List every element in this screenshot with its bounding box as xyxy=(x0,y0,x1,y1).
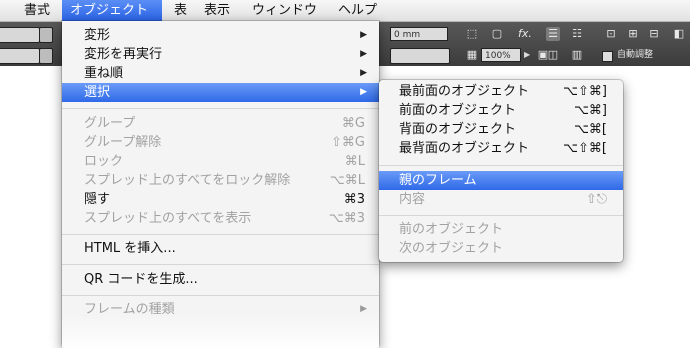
submenu-item-topmost-object[interactable]: 最前面のオブジェクト ⌥⇧⌘] xyxy=(379,82,623,101)
menu-item-arrange[interactable]: 重ね順 ▶ xyxy=(62,64,379,83)
shortcut-label: ⌥⌘] xyxy=(573,103,607,118)
menu-format[interactable]: 書式 xyxy=(16,0,58,21)
shortcut-label: ⌥⌘3 xyxy=(328,211,365,226)
menu-separator xyxy=(62,264,379,265)
menu-item-select[interactable]: 選択 ▶ xyxy=(62,83,379,102)
center-content-icon[interactable]: ◧ xyxy=(672,27,686,41)
shortcut-label: ⌥⌘[ xyxy=(573,122,607,137)
submenu-item-next-object[interactable]: 次のオブジェクト xyxy=(379,239,623,258)
opacity-icon: ▦ xyxy=(466,48,478,61)
object-menu: 変形 ▶ 変形を再実行 ▶ 重ね順 ▶ 選択 ▶ グループ ⌘G グループ解除 … xyxy=(62,21,379,348)
clear-overrides-icon[interactable]: ▢ xyxy=(490,27,504,41)
shortcut-label: ⌘L xyxy=(344,154,365,169)
submenu-item-content[interactable]: 内容 ⇧⎋ xyxy=(379,190,623,209)
fx-icon[interactable]: fx. xyxy=(512,27,538,41)
menu-item-label: HTML を挿入... xyxy=(84,241,176,256)
menu-item-label: グループ xyxy=(84,116,136,131)
distribute-icon[interactable]: ◫ xyxy=(546,48,560,62)
menu-item-label: 前のオブジェクト xyxy=(399,222,504,237)
menu-item-label: ロック xyxy=(84,154,124,169)
menu-item-label: 最背面のオブジェクト xyxy=(399,141,530,156)
control-field-left-2[interactable] xyxy=(0,48,40,64)
menu-item-label: 変形 xyxy=(84,28,111,43)
menu-bar: 書式 オブジェクト 表 表示 ウィンドウ ヘルプ xyxy=(0,0,690,22)
menu-item-frame-type[interactable]: フレームの種類 ▶ xyxy=(62,300,379,319)
menu-item-unlock-all[interactable]: スプレッド上のすべてをロック解除 ⌥⌘L xyxy=(62,171,379,190)
menu-item-label: 選択 xyxy=(84,85,111,100)
align-left-icon[interactable]: ☰ xyxy=(546,27,560,41)
distribute-2-icon[interactable]: ▥ xyxy=(570,48,584,62)
menu-item-label: 親のフレーム xyxy=(399,173,477,188)
shortcut-label: ⌥⇧⌘[ xyxy=(563,141,607,156)
submenu-arrow-icon: ▶ xyxy=(360,87,367,97)
menu-table[interactable]: 表 xyxy=(166,0,195,21)
menu-item-transform[interactable]: 変形 ▶ xyxy=(62,26,379,45)
shortcut-label: ⌥⇧⌘] xyxy=(563,84,607,99)
control-field-left-1[interactable] xyxy=(0,27,40,43)
submenu-item-parent-frame[interactable]: 親のフレーム xyxy=(379,171,623,190)
menu-item-label: 次のオブジェクト xyxy=(399,241,504,256)
menu-view[interactable]: 表示 xyxy=(196,0,238,21)
fit-content-icon[interactable]: ⊡ xyxy=(604,27,618,41)
menu-item-label: グループ解除 xyxy=(84,135,162,150)
submenu-arrow-icon: ▶ xyxy=(360,304,367,314)
menu-item-transform-again[interactable]: 変形を再実行 ▶ xyxy=(62,45,379,64)
submenu-item-back-object[interactable]: 背面のオブジェクト ⌥⌘[ xyxy=(379,120,623,139)
menu-item-insert-html[interactable]: HTML を挿入... xyxy=(62,239,379,258)
menu-separator xyxy=(379,215,623,216)
menu-fade-overlay xyxy=(62,314,379,348)
menu-item-label: フレームの種類 xyxy=(84,302,175,317)
submenu-item-bottommost-object[interactable]: 最背面のオブジェクト ⌥⇧⌘[ xyxy=(379,139,623,158)
menu-separator xyxy=(62,108,379,109)
stroke-type-field[interactable] xyxy=(390,48,450,64)
zoom-arrow-icon[interactable]: ▶ xyxy=(524,48,530,62)
menu-item-hide[interactable]: 隠す ⌘3 xyxy=(62,190,379,209)
auto-fit-checkbox[interactable] xyxy=(602,51,613,62)
auto-fit-label: 自動調整 xyxy=(617,50,654,60)
dropdown-arrow-button[interactable] xyxy=(39,27,53,43)
menu-item-label: 最前面のオブジェクト xyxy=(399,84,530,99)
select-submenu: 最前面のオブジェクト ⌥⇧⌘] 前面のオブジェクト ⌥⌘] 背面のオブジェクト … xyxy=(379,80,623,262)
shortcut-label: ⇧⌘G xyxy=(331,135,365,150)
menu-item-group[interactable]: グループ ⌘G xyxy=(62,114,379,133)
menu-item-label: 背面のオブジェクト xyxy=(399,122,517,137)
submenu-arrow-icon: ▶ xyxy=(360,49,367,59)
menu-item-label: QR コードを生成... xyxy=(84,272,198,287)
menu-separator xyxy=(62,234,379,235)
zoom-field[interactable]: 100% xyxy=(481,48,521,62)
align-center-icon[interactable]: ☷ xyxy=(570,27,584,41)
menu-window[interactable]: ウィンドウ xyxy=(244,0,325,21)
menu-item-label: 内容 xyxy=(399,192,426,207)
shortcut-label: ⌘3 xyxy=(343,192,365,207)
shortcut-label: ⌥⌘L xyxy=(329,173,365,188)
menu-separator xyxy=(379,165,623,166)
menu-item-ungroup[interactable]: グループ解除 ⇧⌘G xyxy=(62,133,379,152)
menu-item-lock[interactable]: ロック ⌘L xyxy=(62,152,379,171)
frame-fitting-icon[interactable]: ⬚ xyxy=(465,27,479,41)
menu-separator xyxy=(62,295,379,296)
submenu-item-front-object[interactable]: 前面のオブジェクト ⌥⌘] xyxy=(379,101,623,120)
menu-item-generate-qr[interactable]: QR コードを生成... xyxy=(62,270,379,289)
menu-object[interactable]: オブジェクト xyxy=(62,0,162,21)
submenu-arrow-icon: ▶ xyxy=(360,30,367,40)
shortcut-label: ⇧⎋ xyxy=(585,192,607,207)
shortcut-label: ⌘G xyxy=(341,116,365,131)
menu-item-label: 前面のオブジェクト xyxy=(399,103,517,118)
menu-item-label: 重ね順 xyxy=(84,66,124,81)
menu-item-label: スプレッド上のすべてをロック解除 xyxy=(84,173,291,188)
fit-frame-icon[interactable]: ⊞ xyxy=(626,27,640,41)
menu-item-label: 変形を再実行 xyxy=(84,47,163,62)
submenu-arrow-icon: ▶ xyxy=(360,68,367,78)
menu-item-label: 隠す xyxy=(84,192,111,207)
menu-help[interactable]: ヘルプ xyxy=(330,0,385,21)
stroke-weight-field[interactable]: 0 mm xyxy=(390,27,448,41)
menu-item-show-all[interactable]: スプレッド上のすべてを表示 ⌥⌘3 xyxy=(62,209,379,228)
submenu-item-previous-object[interactable]: 前のオブジェクト xyxy=(379,220,623,239)
menu-item-label: スプレッド上のすべてを表示 xyxy=(84,211,252,226)
dropdown-arrow-button[interactable] xyxy=(39,48,53,64)
fill-frame-icon[interactable]: ⊟ xyxy=(647,27,661,41)
